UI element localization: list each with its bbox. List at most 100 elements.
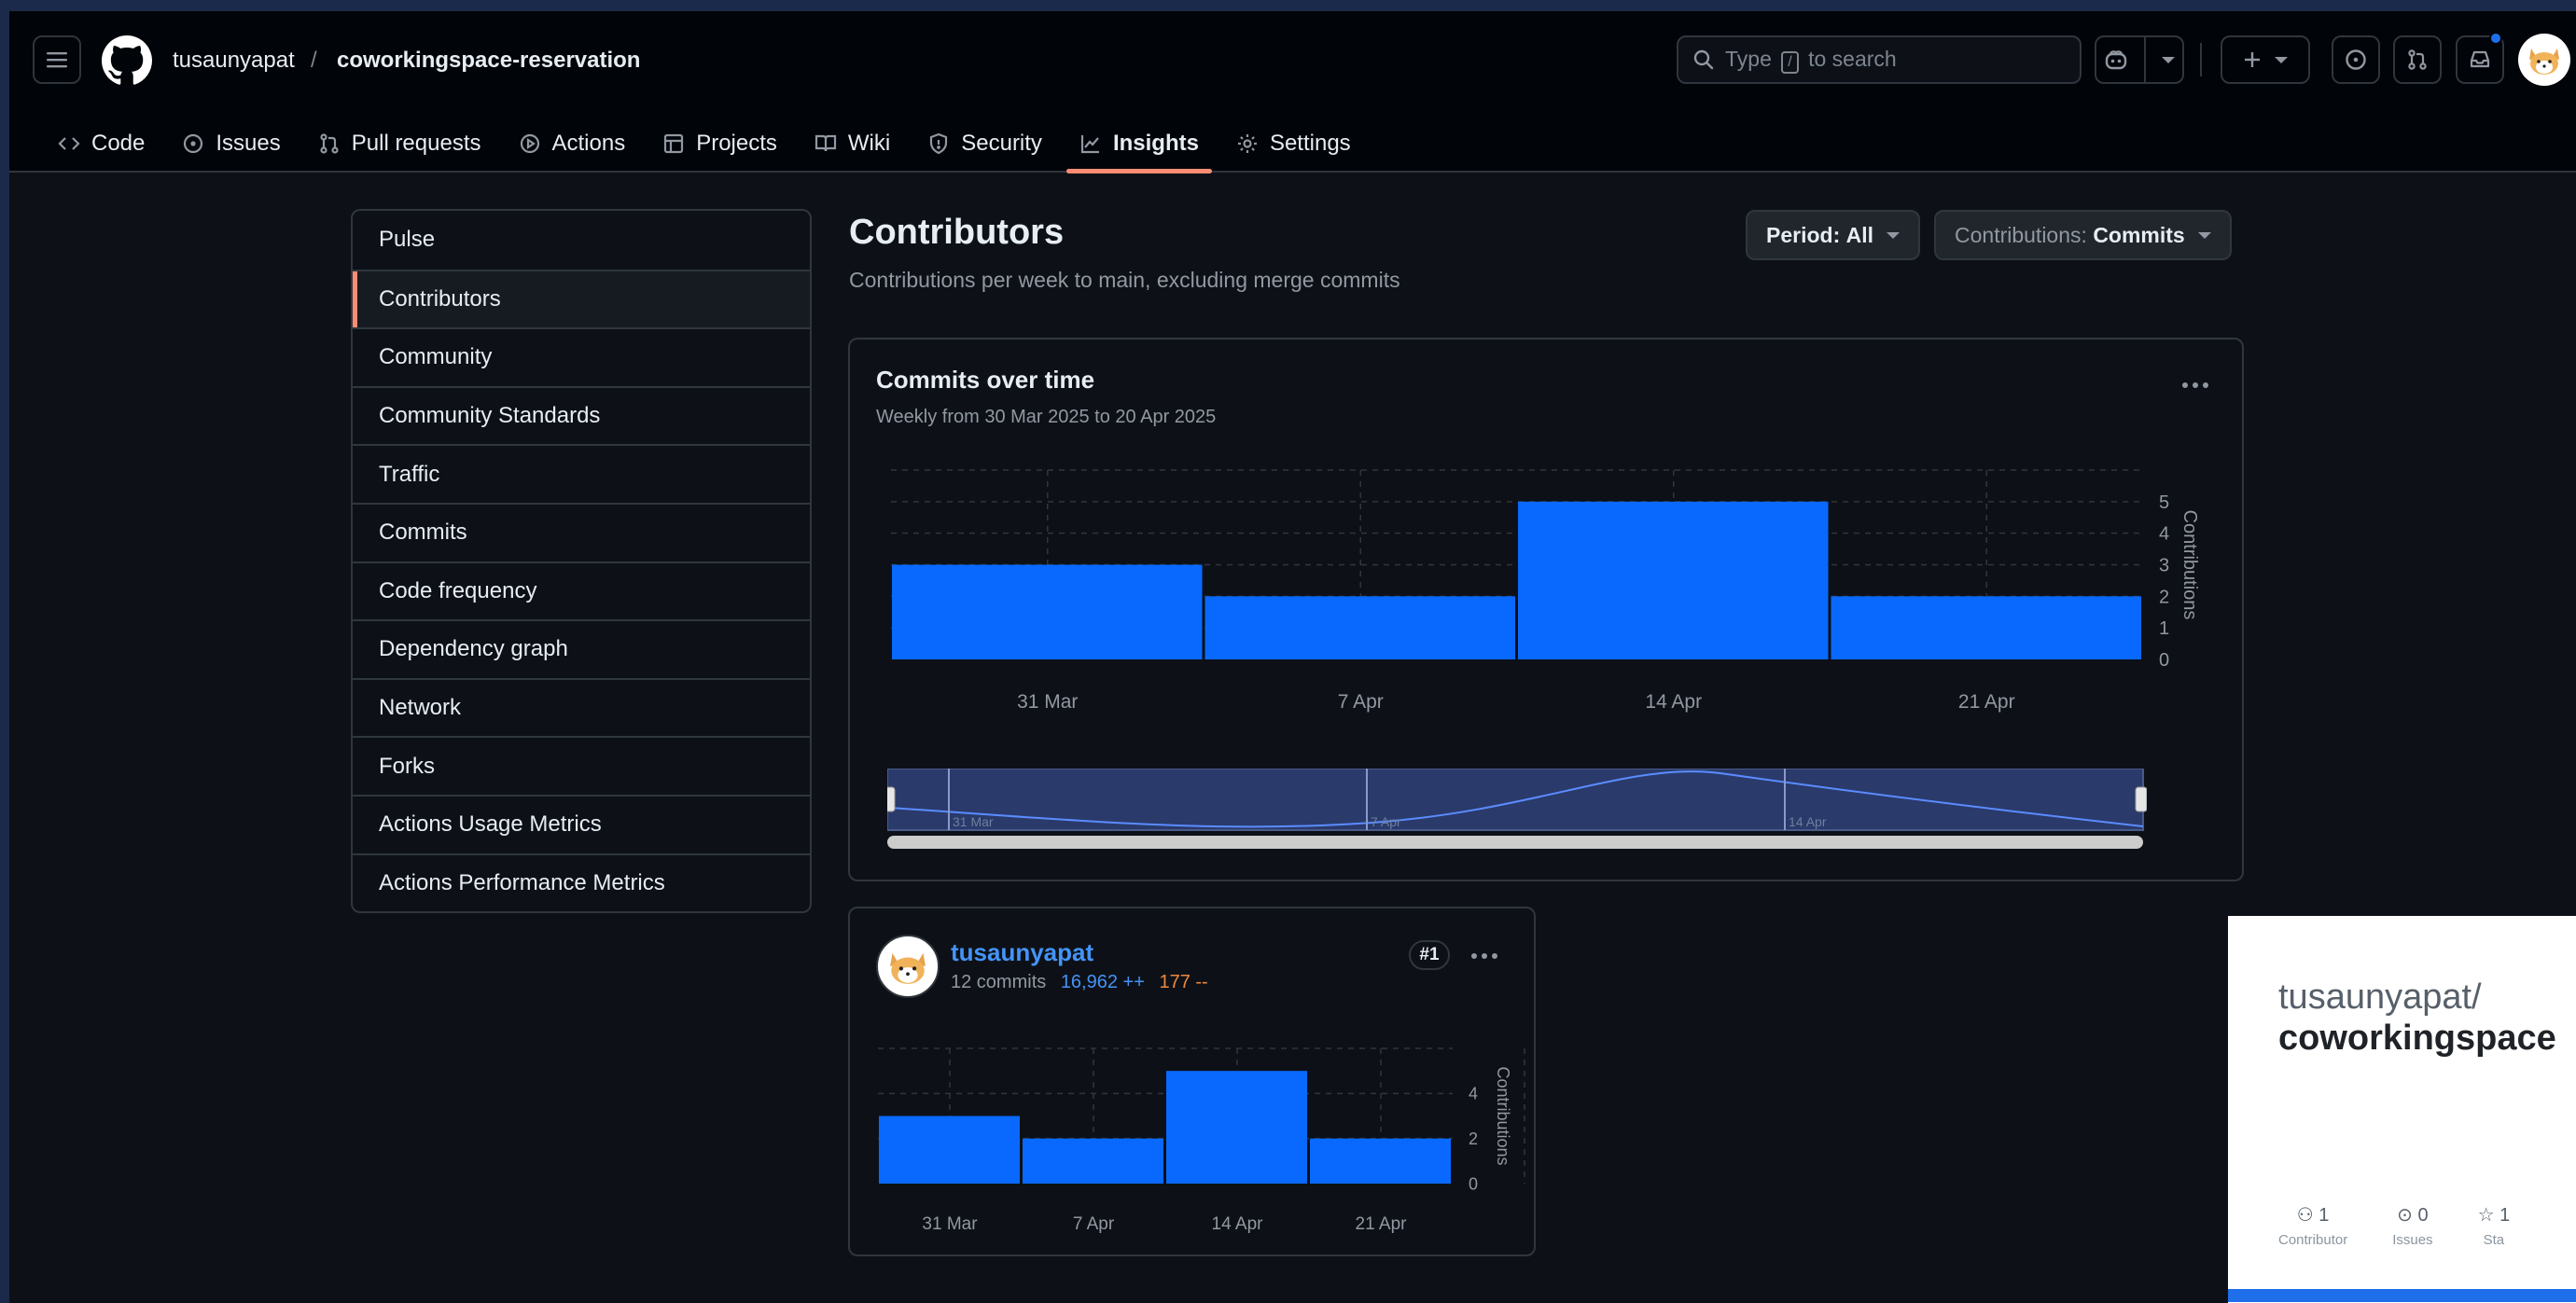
range-navigator[interactable]: 31 Mar 7 Apr 14 Apr <box>887 769 2147 862</box>
navigator-handle-right[interactable] <box>2135 786 2147 812</box>
tab-issues[interactable]: Issues <box>169 116 293 172</box>
top-header: tusaunyapat / coworkingspace-reservation… <box>9 11 2576 173</box>
page-title: Contributors <box>849 213 1065 252</box>
issue-icon <box>2346 49 2366 70</box>
sidebar-item-traffic[interactable]: Traffic <box>353 444 810 503</box>
commits-over-time-card: Commits over time Weekly from 30 Mar 202… <box>848 338 2244 881</box>
breadcrumb-separator: / <box>311 48 317 73</box>
tab-label: Security <box>961 131 1042 156</box>
sidebar-item-community[interactable]: Community <box>353 327 810 386</box>
navigator-label: 31 Mar <box>953 814 994 829</box>
book-icon <box>815 134 837 152</box>
copilot-icon <box>2106 50 2127 70</box>
bar[interactable] <box>1518 501 1829 659</box>
sidebar-item-actions-performance-metrics[interactable]: Actions Performance Metrics <box>353 852 810 912</box>
bar[interactable] <box>1166 1071 1307 1184</box>
tab-label: Projects <box>696 131 777 156</box>
navigator-handle-left[interactable] <box>887 786 896 812</box>
pull-request-icon <box>320 133 339 154</box>
commits-chart: 0 1 2 3 4 5 31 Mar 7 Apr 14 Apr 21 Apr Contributio… <box>891 469 2200 713</box>
pull-request-icon <box>2408 49 2427 70</box>
bar[interactable] <box>892 564 1203 660</box>
more-options-icon[interactable] <box>2182 382 2208 388</box>
tab-actions[interactable]: Actions <box>506 116 639 172</box>
commit-count[interactable]: 12 commits <box>951 972 1046 992</box>
chevron-down-icon <box>2161 56 2175 63</box>
tab-code[interactable]: Code <box>45 116 158 172</box>
shield-icon <box>930 132 948 155</box>
search-placeholder: Type / to search <box>1725 47 1897 74</box>
x-tick-label: 14 Apr <box>1212 1214 1264 1234</box>
popover-stat-stars: ☆ 1 Sta <box>2477 1205 2511 1248</box>
contributions-dropdown[interactable]: Contributions: Commits <box>1934 210 2232 260</box>
plus-icon <box>2245 52 2260 67</box>
tab-settings[interactable]: Settings <box>1223 116 1364 172</box>
tab-label: Actions <box>551 131 626 156</box>
issues-shortcut-button[interactable] <box>2332 35 2380 84</box>
repo-name-link[interactable]: coworkingspace-reservation <box>337 47 640 75</box>
y-tick-label: 0 <box>1469 1174 1478 1193</box>
sidebar-item-code-frequency[interactable]: Code frequency <box>353 561 810 620</box>
sidebar-item-network[interactable]: Network <box>353 677 810 737</box>
bar[interactable] <box>1023 1138 1163 1184</box>
bar[interactable] <box>879 1116 1020 1185</box>
x-tick-label: 7 Apr <box>1338 691 1384 713</box>
tab-pull-requests[interactable]: Pull requests <box>305 116 494 172</box>
x-tick-label: 21 Apr <box>1958 691 2015 713</box>
inbox-icon <box>2470 50 2490 68</box>
navigator-label: 14 Apr <box>1789 814 1827 829</box>
y-axis-label: Contributions <box>2179 510 2200 620</box>
issue-icon <box>184 133 203 154</box>
popover-stat-contributors: ⚇ 1 Contributor <box>2278 1205 2348 1248</box>
sidebar-item-actions-usage-metrics[interactable]: Actions Usage Metrics <box>353 794 810 853</box>
user-avatar[interactable] <box>2518 34 2570 86</box>
sidebar-item-contributors[interactable]: Contributors <box>353 269 810 328</box>
y-tick-label: 3 <box>2159 556 2169 576</box>
more-options-icon[interactable] <box>1471 953 1497 959</box>
play-icon <box>520 133 539 154</box>
card-subtitle: Weekly from 30 Mar 2025 to 20 Apr 2025 <box>876 407 1217 427</box>
tab-label: Settings <box>1269 131 1351 156</box>
contributor-stats: 12 commits 16,962 ++ 177 -- <box>951 972 1208 993</box>
contributor-avatar[interactable] <box>876 935 940 998</box>
contributor-card: tusaunyapat 12 commits 16,962 ++ 177 -- … <box>848 907 1536 1256</box>
menu-button[interactable] <box>33 35 81 84</box>
pull-requests-shortcut-button[interactable] <box>2393 35 2442 84</box>
x-tick-label: 31 Mar <box>1017 691 1078 713</box>
tab-label: Code <box>91 131 146 156</box>
bar[interactable] <box>1831 596 2142 659</box>
period-dropdown[interactable]: Period: All <box>1746 210 1921 260</box>
period-value: All <box>1845 222 1874 247</box>
sidebar-item-pulse[interactable]: Pulse <box>353 211 810 270</box>
search-input[interactable]: Type / to search <box>1677 35 2082 84</box>
tab-label: Insights <box>1112 131 1199 156</box>
tab-insights[interactable]: Insights <box>1065 116 1212 173</box>
create-new-button[interactable] <box>2221 35 2310 84</box>
sidebar-item-community-standards[interactable]: Community Standards <box>353 385 810 445</box>
sidebar-item-dependency-graph[interactable]: Dependency graph <box>353 619 810 678</box>
popover-stats: ⚇ 1 Contributor ⊙ 0 Issues ☆ 1 Sta <box>2278 1203 2510 1248</box>
contributions-label: Contributions: <box>1955 222 2087 247</box>
repo-owner-link[interactable]: tusaunyapat <box>173 47 295 75</box>
contributor-name[interactable]: tusaunyapat <box>951 938 1093 967</box>
copilot-button[interactable] <box>2095 35 2184 84</box>
y-tick-label: 5 <box>2159 492 2169 513</box>
code-icon <box>58 137 80 150</box>
bar[interactable] <box>1310 1138 1451 1184</box>
github-logo-icon[interactable] <box>102 35 152 86</box>
y-tick-label: 1 <box>2159 618 2169 639</box>
navigator-label: 7 Apr <box>1371 814 1401 829</box>
navigator-scrollbar[interactable] <box>887 836 2143 849</box>
deletions-count: 177 -- <box>1159 972 1208 992</box>
chevron-down-icon <box>2197 231 2211 239</box>
tab-projects[interactable]: Projects <box>649 116 790 172</box>
y-tick-label: 4 <box>1469 1085 1478 1103</box>
tab-wiki[interactable]: Wiki <box>801 116 903 172</box>
repo-preview-popover: tusaunyapat/ coworkingspace ⚇ 1 Contribu… <box>2228 916 2576 1303</box>
sidebar-item-commits[interactable]: Commits <box>353 502 810 561</box>
tab-security[interactable]: Security <box>914 116 1055 172</box>
bar[interactable] <box>1204 596 1516 659</box>
sidebar-item-forks[interactable]: Forks <box>353 736 810 795</box>
gear-icon <box>1237 134 1257 153</box>
shiba-avatar-icon <box>890 952 926 984</box>
